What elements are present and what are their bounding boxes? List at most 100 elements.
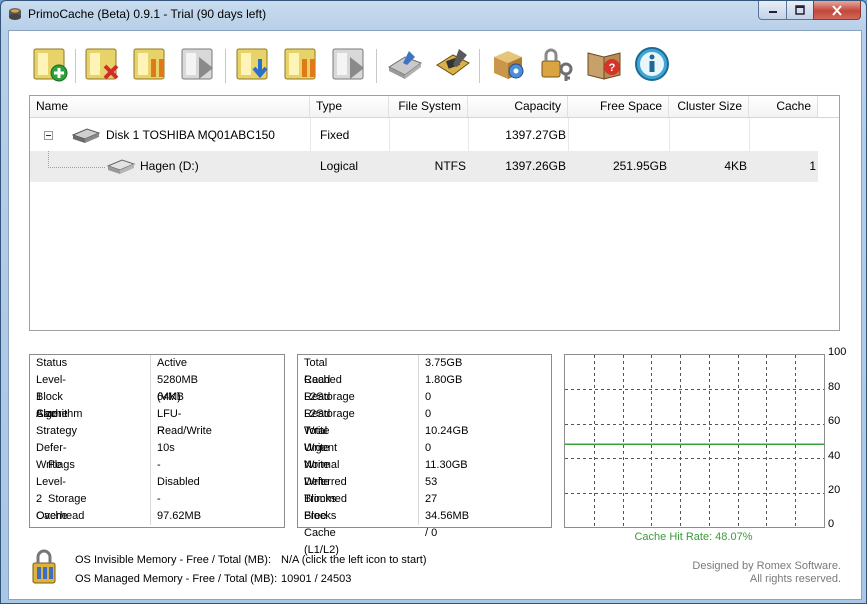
- memory-icon[interactable]: [29, 549, 63, 587]
- resume-cache-button[interactable]: [177, 43, 221, 85]
- volume-type: Logical: [320, 159, 359, 173]
- remove-cache-button[interactable]: [81, 43, 125, 85]
- help-button[interactable]: ?: [582, 43, 626, 85]
- y-tick-label: 40: [828, 450, 841, 462]
- volume-cache: 1: [809, 159, 816, 173]
- column-header-file-system[interactable]: File System: [389, 96, 468, 117]
- y-tick-label: 80: [828, 381, 841, 393]
- options-button[interactable]: [486, 43, 530, 85]
- column-header-capacity[interactable]: Capacity: [468, 96, 568, 117]
- window-title: PrimoCache (Beta) 0.9.1 - Trial (90 days…: [28, 7, 267, 21]
- maximize-icon: [795, 5, 805, 15]
- status-label: Storage: [48, 493, 87, 505]
- os-managed-memory-value: 10901 / 24503: [281, 573, 352, 585]
- resume-cache-icon: [181, 48, 213, 80]
- license-button[interactable]: [534, 43, 578, 85]
- status-value: 97.62MB: [157, 510, 202, 522]
- toolbar-separator: [479, 49, 480, 83]
- about-button[interactable]: [630, 43, 674, 85]
- stat-value: 1.80GB: [425, 374, 463, 386]
- close-button[interactable]: [813, 1, 861, 20]
- status-label: Status: [36, 357, 68, 369]
- close-icon: [832, 4, 842, 16]
- cache-hit-rate-caption: Cache Hit Rate: 48.07%: [634, 531, 753, 543]
- stat-value: 10.24GB: [425, 425, 469, 437]
- maximize-button[interactable]: [786, 1, 814, 20]
- minimize-button[interactable]: [758, 1, 787, 20]
- resume-all-icon: [332, 48, 364, 80]
- status-label: Flags: [48, 459, 75, 471]
- volume-capacity: 1397.26GB: [505, 159, 566, 173]
- disk-cache: [749, 120, 818, 151]
- load-cache-icon: [236, 48, 268, 80]
- main-panel: ? Name Type File System Capacity Free Sp…: [8, 30, 862, 600]
- disk-free-space: [568, 120, 669, 151]
- load-cache-button[interactable]: [232, 43, 276, 85]
- table-row-volume[interactable]: Hagen (D:) Logical NTFS 1397.26GB 251.95…: [30, 151, 818, 182]
- os-invisible-memory-label: OS Invisible Memory - Free / Total (MB):: [75, 554, 272, 566]
- column-header-free-space[interactable]: Free Space: [568, 96, 669, 117]
- disk-capacity: 1397.27GB: [505, 128, 566, 142]
- help-icon: ?: [587, 52, 621, 80]
- cache-statistics-panel: Total Read 3.75GB Cached Read 1.80GB L2Sto…: [297, 354, 552, 556]
- column-header-type[interactable]: Type: [310, 96, 389, 117]
- status-value: -: [157, 459, 161, 471]
- header-divider: [30, 117, 839, 118]
- column-divider: [418, 355, 419, 525]
- status-value: Disabled: [157, 476, 200, 488]
- column-header-cache[interactable]: Cache: [749, 96, 818, 117]
- disk-file-system: [389, 120, 468, 151]
- stat-value: 3.75GB: [425, 357, 463, 369]
- column-header-name[interactable]: Name: [30, 96, 310, 117]
- stat-value: 0: [425, 408, 432, 420]
- toolbar: ?: [29, 43, 849, 87]
- status-value: -: [157, 493, 161, 505]
- license-icon: [541, 48, 573, 81]
- title-bar[interactable]: PrimoCache (Beta) 0.9.1 - Trial (90 days…: [1, 1, 866, 27]
- hit-rate-graph: [564, 354, 825, 528]
- y-tick-label: 60: [828, 415, 841, 427]
- volume-icon: [106, 159, 136, 174]
- add-cache-icon: [33, 48, 68, 82]
- volume-cluster-size: 4KB: [724, 159, 747, 173]
- stat-label: Free Cache (L1/L2): [304, 510, 339, 556]
- stat-value: 27: [425, 493, 438, 505]
- collapse-icon[interactable]: [44, 131, 53, 140]
- column-header-cluster-size[interactable]: Cluster Size: [669, 96, 749, 117]
- disk-cluster-size: [669, 120, 749, 151]
- y-tick-label: 100: [828, 346, 847, 358]
- y-tick-label: 20: [828, 484, 841, 496]
- status-value: 10s: [157, 442, 175, 454]
- table-row-disk[interactable]: Disk 1 TOSHIBA MQ01ABC150 Fixed 1397.27G…: [30, 120, 818, 151]
- app-icon[interactable]: [8, 7, 22, 21]
- volume-name: Hagen (D:): [140, 159, 199, 173]
- stat-value: 0: [425, 391, 432, 403]
- status-value: 64KB: [157, 391, 184, 403]
- y-tick-label: 0: [828, 518, 835, 530]
- settings-icon: [387, 51, 423, 79]
- disk-type: Fixed: [320, 128, 350, 142]
- add-cache-button[interactable]: [29, 43, 73, 85]
- hardware-icon: [436, 49, 470, 76]
- os-invisible-memory-value: N/A (click the left icon to start): [281, 554, 427, 566]
- status-value: Active: [157, 357, 187, 369]
- pause-all-button[interactable]: [280, 43, 324, 85]
- svg-text:?: ?: [609, 62, 616, 74]
- stat-value: 11.30GB: [425, 459, 468, 471]
- volume-list[interactable]: Name Type File System Capacity Free Spac…: [29, 95, 840, 331]
- stat-value: 0: [425, 442, 432, 454]
- hardware-button[interactable]: [431, 43, 475, 85]
- os-managed-memory-label: OS Managed Memory - Free / Total (MB):: [75, 573, 278, 585]
- toolbar-separator: [75, 49, 76, 83]
- pause-cache-button[interactable]: [129, 43, 173, 85]
- credit-line-1: Designed by Romex Software.: [692, 560, 841, 572]
- options-icon: [494, 51, 524, 79]
- status-label: Overhead: [36, 510, 85, 522]
- stat-value: 34.56MB / 0: [425, 510, 470, 539]
- resume-all-button[interactable]: [328, 43, 372, 85]
- remove-cache-icon: [85, 48, 119, 80]
- volume-file-system: NTFS: [434, 159, 466, 173]
- hit-rate-chart: [565, 355, 824, 527]
- minimize-icon: [768, 11, 777, 13]
- settings-button[interactable]: [383, 43, 427, 85]
